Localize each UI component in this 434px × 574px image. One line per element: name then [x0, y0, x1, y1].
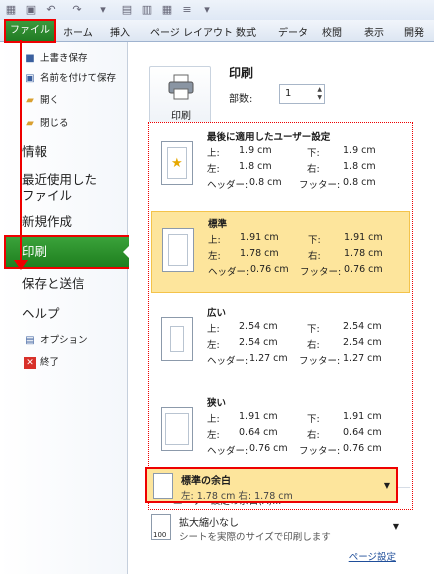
chevron-down-icon: ▼ [383, 481, 390, 490]
customize-qat-icon[interactable]: ▾ [96, 3, 110, 17]
nav-save-send[interactable]: 保存と送信 [0, 276, 128, 292]
save-as-icon: ▣ [25, 73, 35, 84]
print-section-title: 印刷 [229, 66, 254, 80]
copies-spinner[interactable]: ▲ ▼ [317, 86, 322, 102]
nav-exit[interactable]: ✕ 終了 [0, 354, 128, 372]
tab-data[interactable]: データ [278, 24, 308, 39]
annotation-print-box [4, 235, 132, 269]
margin-option-last-custom[interactable]: ★ 最後に適用したユーザー設定 上: 1.9 cm 下: 1.9 cm 左: 1.8 c… [151, 125, 410, 207]
margin-preview-icon: ★ [161, 141, 193, 185]
quick-access-toolbar: ▦ ▣ ↶ ↷ ▾ ▤ ▥ ▦ ≡ ▾ [0, 0, 434, 20]
tab-home[interactable]: ホーム [63, 24, 93, 39]
open-folder-icon: ▰ [26, 95, 34, 106]
print-pane: 印刷 印刷 部数: 1 ▲ ▼ ★ 最後に適用したユーザー設定 上: 1.9 cm 下… [129, 42, 434, 574]
copies-value: 1 [285, 88, 292, 99]
nav-recent-line1: 最近使用した [22, 172, 98, 187]
save-icon: ■ [25, 53, 35, 64]
scaling-title: 拡大縮小なし [179, 518, 239, 529]
nav-save-as-label: 名前を付けて保存 [40, 73, 117, 84]
margin-option-title: 広い [207, 308, 227, 319]
scaling-icon: 100 [151, 514, 171, 540]
annotation-file-box [4, 19, 56, 43]
print-icon[interactable]: ▦ [160, 3, 174, 17]
tab-formulas[interactable]: 数式 [236, 24, 256, 39]
margins-combo-detail: 左: 1.78 cm 右: 1.78 cm [181, 491, 293, 502]
margin-preview-icon [161, 317, 193, 361]
margin-preview-icon [153, 473, 173, 499]
open-icon[interactable]: ▤ [120, 3, 134, 17]
tab-review[interactable]: 校閲 [322, 24, 342, 39]
tab-insert[interactable]: 挿入 [110, 24, 130, 39]
print-button-label: 印刷 [171, 111, 191, 122]
nav-options[interactable]: ▤ オプション [0, 332, 128, 350]
undo-icon[interactable]: ↶ [44, 3, 58, 17]
page-setup-link[interactable]: ページ設定 [349, 549, 396, 563]
margin-preview-icon [161, 407, 193, 451]
nav-options-label: オプション [40, 335, 88, 346]
close-folder-icon: ▰ [26, 118, 34, 129]
print-preview-icon[interactable]: ▥ [140, 3, 154, 17]
nav-close-label: 閉じる [40, 118, 69, 129]
options-icon: ▤ [25, 335, 35, 346]
margins-combo[interactable]: 標準の余白 左: 1.78 cm 右: 1.78 cm ▼ [145, 467, 398, 503]
margin-option-wide[interactable]: 広い 上: 2.54 cm 下: 2.54 cm 左: 2.54 cm 右: 2.54 cm… [151, 301, 410, 383]
margins-combo-title: 標準の余白 [181, 476, 231, 487]
margin-option-narrow[interactable]: 狭い 上: 1.91 cm 下: 1.91 cm 左: 0.64 cm 右: 0.64 cm… [151, 391, 410, 473]
margin-option-title: 標準 [208, 219, 228, 230]
margin-option-normal[interactable]: 標準 上: 1.91 cm 下: 1.91 cm 左: 1.78 cm 右: 1.78 cm… [151, 211, 410, 293]
tab-page-layout[interactable]: ページ レイアウト [150, 24, 233, 39]
margin-preview-icon [162, 228, 194, 272]
scaling-combo[interactable]: 100 拡大縮小なし シートを実際のサイズで印刷します ▼ [149, 512, 399, 543]
customize-icon[interactable]: ▾ [200, 3, 214, 17]
excel-logo-icon: ▦ [5, 3, 17, 16]
margin-option-title: 最後に適用したユーザー設定 [207, 132, 331, 143]
copies-input[interactable]: 1 ▲ ▼ [279, 84, 325, 104]
annotation-arrow-line [20, 40, 22, 262]
printer-icon [168, 74, 194, 100]
nav-save-label: 上書き保存 [40, 53, 88, 64]
scaling-detail: シートを実際のサイズで印刷します [179, 532, 331, 543]
margins-dropdown: ★ 最後に適用したユーザー設定 上: 1.9 cm 下: 1.9 cm 左: 1.8 c… [148, 122, 413, 510]
tab-view[interactable]: 表示 [364, 24, 384, 39]
copies-label: 部数: [229, 94, 253, 105]
print-button[interactable]: 印刷 [149, 66, 211, 128]
nav-recent-line2: ファイル [22, 188, 73, 203]
chevron-down-icon: ▼ [392, 522, 399, 531]
tab-developer[interactable]: 開発 [404, 24, 424, 39]
scaling-icon-label: 100 [153, 531, 167, 539]
nav-exit-label: 終了 [40, 357, 60, 368]
nav-open-label: 開く [40, 95, 60, 106]
ribbon-tab-bar: ホーム 挿入 ページ レイアウト 数式 データ 校閲 表示 開発 [0, 20, 434, 42]
margin-option-title: 狭い [207, 398, 227, 409]
exit-icon: ✕ [24, 357, 36, 369]
save-icon[interactable]: ▣ [24, 3, 38, 17]
nav-help[interactable]: ヘルプ [0, 306, 128, 322]
sort-icon[interactable]: ≡ [180, 3, 194, 17]
star-icon: ★ [171, 156, 183, 171]
redo-icon[interactable]: ↷ [70, 3, 84, 17]
